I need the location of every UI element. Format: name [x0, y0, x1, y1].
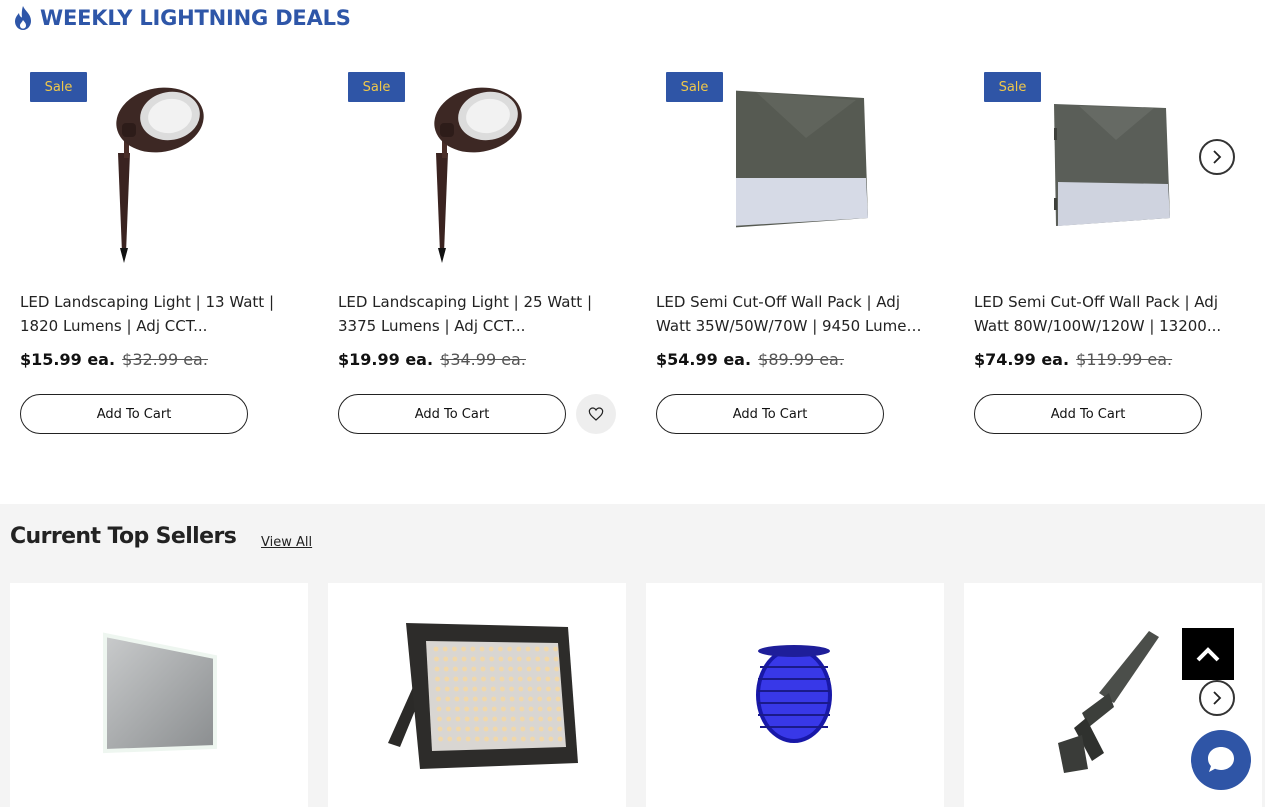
- sellers-title: Current Top Sellers: [10, 524, 237, 549]
- seller-card[interactable]: [328, 583, 626, 807]
- add-to-cart-button[interactable]: Add To Cart: [656, 394, 884, 434]
- deals-next-button[interactable]: [1199, 139, 1235, 175]
- product-name-line[interactable]: LED Semi Cut-Off Wall Pack | Adj: [656, 290, 926, 314]
- price-row: $19.99 ea. $34.99 ea.: [338, 350, 526, 369]
- sale-badge: Sale: [348, 72, 405, 102]
- flood-light-image[interactable]: [328, 583, 626, 807]
- product-name-line[interactable]: Watt 35W/50W/70W | 9450 Lumen...: [656, 314, 926, 338]
- add-to-cart-button[interactable]: Add To Cart: [20, 394, 248, 434]
- sale-price: $19.99 ea.: [338, 350, 434, 369]
- seller-card[interactable]: [646, 583, 944, 807]
- product-name-line[interactable]: 1820 Lumens | Adj CCT...: [20, 314, 290, 338]
- top-sellers-section: Current Top Sellers View All: [0, 504, 1265, 807]
- weekly-deals-section: WEEKLY LIGHTNING DEALS Sale LED Landscap…: [0, 0, 1265, 504]
- led-mirror-image[interactable]: [10, 583, 308, 807]
- chevron-right-icon: [1213, 691, 1222, 705]
- sale-price: $54.99 ea.: [656, 350, 752, 369]
- original-price: $119.99 ea.: [1076, 350, 1173, 369]
- product-name[interactable]: LED Semi Cut-Off Wall Pack | Adj Watt 80…: [974, 290, 1244, 338]
- add-to-cart-button[interactable]: Add To Cart: [338, 394, 566, 434]
- chat-bubble-icon: [1208, 747, 1234, 772]
- chevron-right-icon: [1213, 150, 1222, 164]
- sale-price: $15.99 ea.: [20, 350, 116, 369]
- heart-icon: [588, 407, 604, 421]
- blue-neon-strip-reel-image[interactable]: [646, 583, 944, 807]
- seller-card[interactable]: [10, 583, 308, 807]
- add-to-cart-button[interactable]: Add To Cart: [974, 394, 1202, 434]
- view-all-link[interactable]: View All: [261, 535, 312, 550]
- flame-icon: [15, 6, 31, 30]
- wall-pack-light-image[interactable]: [1054, 78, 1214, 278]
- product-name-line[interactable]: LED Semi Cut-Off Wall Pack | Adj: [974, 290, 1244, 314]
- product-card[interactable]: Sale LED Semi Cut-Off Wall Pack | Adj Wa…: [656, 60, 956, 460]
- chat-button[interactable]: [1191, 730, 1251, 790]
- product-card[interactable]: Sale LED Landscaping Light | 13 Watt | 1…: [20, 60, 320, 460]
- sellers-next-button[interactable]: [1199, 680, 1235, 716]
- original-price: $34.99 ea.: [440, 350, 526, 369]
- product-card[interactable]: Sale LED Landscaping Light | 25 Watt | 3…: [338, 60, 638, 460]
- product-name-line[interactable]: 3375 Lumens | Adj CCT...: [338, 314, 608, 338]
- product-name-line[interactable]: LED Landscaping Light | 13 Watt |: [20, 290, 290, 314]
- wall-pack-light-image[interactable]: [736, 78, 896, 278]
- wishlist-button[interactable]: [576, 394, 616, 434]
- sale-badge: Sale: [30, 72, 87, 102]
- landscape-spot-light-image[interactable]: [100, 78, 260, 278]
- product-name[interactable]: LED Landscaping Light | 13 Watt | 1820 L…: [20, 290, 290, 338]
- sale-badge: Sale: [984, 72, 1041, 102]
- product-name-line[interactable]: Watt 80W/100W/120W | 13200...: [974, 314, 1244, 338]
- original-price: $32.99 ea.: [122, 350, 208, 369]
- original-price: $89.99 ea.: [758, 350, 844, 369]
- product-name-line[interactable]: LED Landscaping Light | 25 Watt |: [338, 290, 608, 314]
- deals-title: WEEKLY LIGHTNING DEALS: [40, 6, 351, 30]
- product-name[interactable]: LED Landscaping Light | 25 Watt | 3375 L…: [338, 290, 608, 338]
- price-row: $74.99 ea. $119.99 ea.: [974, 350, 1172, 369]
- deals-header: WEEKLY LIGHTNING DEALS: [12, 4, 351, 32]
- landscape-spot-light-image[interactable]: [418, 78, 578, 278]
- chevron-up-icon: [1196, 647, 1220, 662]
- sale-badge: Sale: [666, 72, 723, 102]
- price-row: $54.99 ea. $89.99 ea.: [656, 350, 844, 369]
- back-to-top-button[interactable]: [1182, 628, 1234, 680]
- sale-price: $74.99 ea.: [974, 350, 1070, 369]
- product-card[interactable]: Sale LED Semi Cut-Off Wall Pack | Adj Wa…: [974, 60, 1265, 460]
- price-row: $15.99 ea. $32.99 ea.: [20, 350, 208, 369]
- product-name[interactable]: LED Semi Cut-Off Wall Pack | Adj Watt 35…: [656, 290, 926, 338]
